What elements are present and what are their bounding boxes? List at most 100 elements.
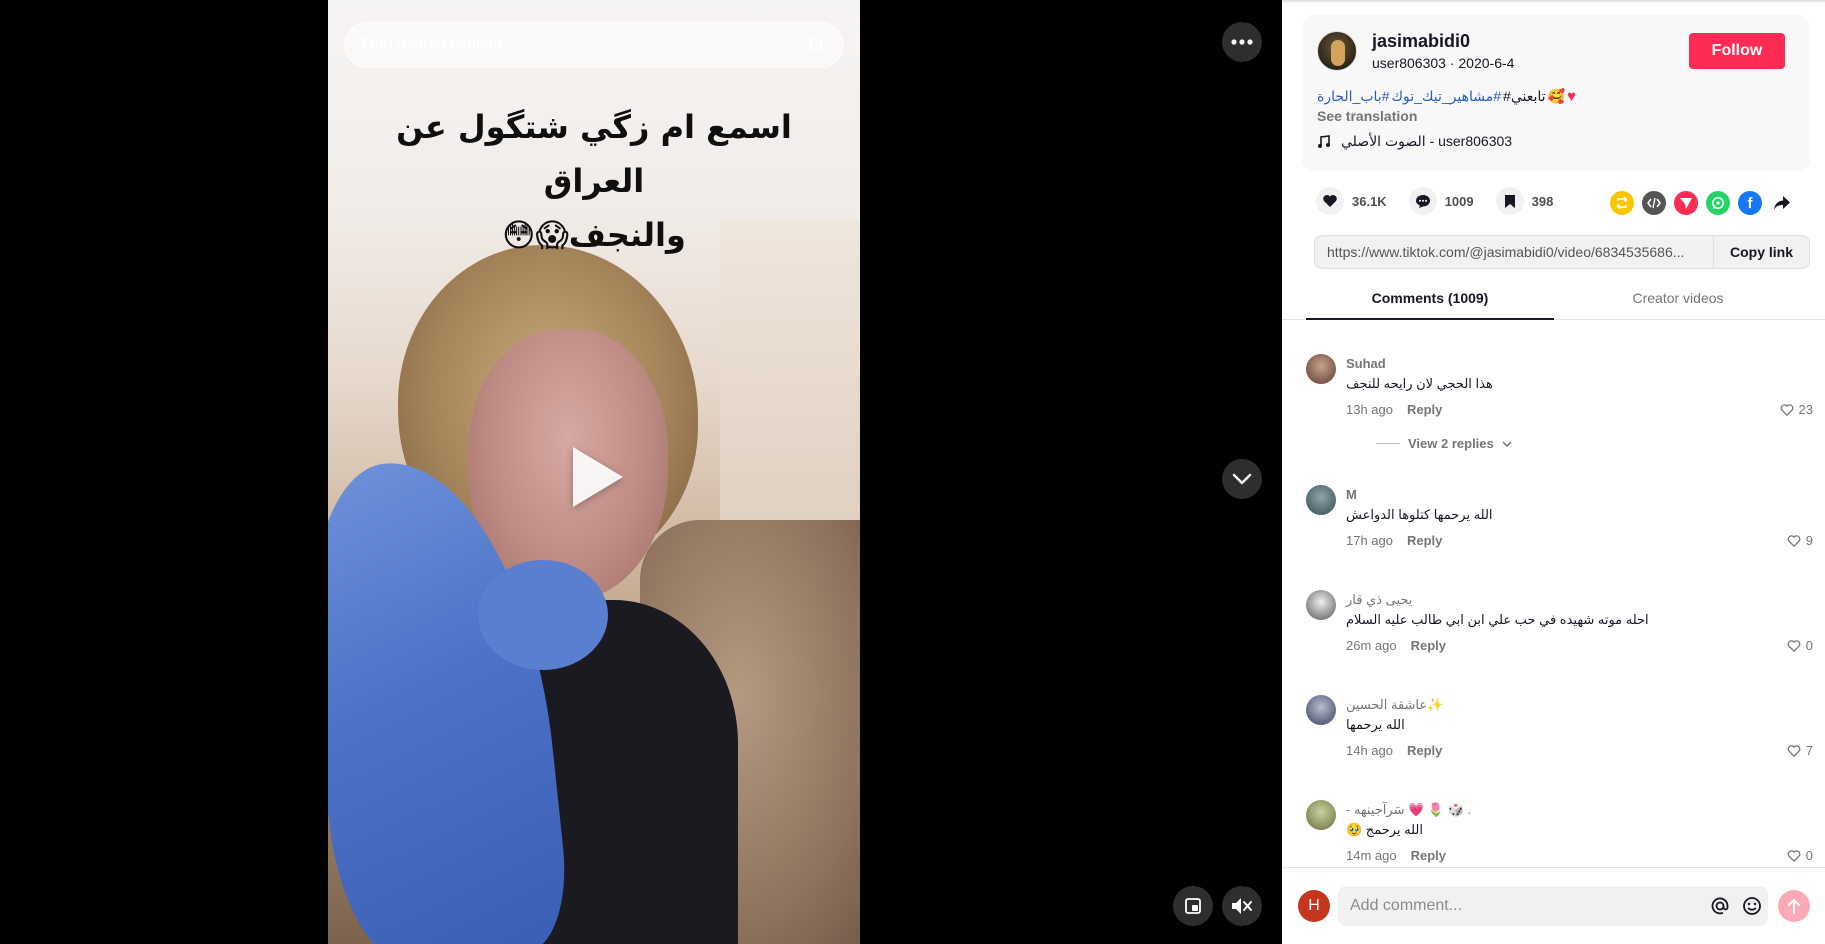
- commenter-avatar[interactable]: [1306, 354, 1336, 384]
- hashtag-link[interactable]: باب_الحارة#: [1317, 88, 1389, 105]
- share-link-box: https://www.tiktok.com/@jasimabidi0/vide…: [1314, 235, 1810, 269]
- view-replies-button[interactable]: View 2 replies: [1376, 436, 1512, 451]
- heart-emoji-icon: ♥: [1566, 88, 1576, 105]
- reply-button[interactable]: Reply: [1407, 402, 1442, 417]
- video-info-card: jasimabidi0 user806303 · 2020-6-4 Follow…: [1302, 15, 1810, 171]
- emoji: 🥰: [1547, 88, 1565, 104]
- save-count: 398: [1531, 193, 1554, 209]
- repost-button[interactable]: [1610, 191, 1634, 215]
- commenter-name[interactable]: - سَرآجينهه 💗 🌷 🎲 .: [1346, 802, 1471, 818]
- view-replies-label: View 2 replies: [1408, 436, 1494, 451]
- comment-text: احله موته شهيده في حب علي ابن ابي طالب ع…: [1346, 612, 1649, 627]
- panel-tabs: Comments (1009) Creator videos: [1306, 282, 1825, 320]
- comment-text: الله يرحمج 🥹: [1346, 822, 1423, 837]
- picture-in-picture-button[interactable]: [1173, 886, 1213, 926]
- comment-like-button[interactable]: 23: [1780, 402, 1813, 417]
- comment-like-button[interactable]: 0: [1787, 848, 1813, 863]
- comment-meta: 14h ago Reply: [1346, 743, 1442, 758]
- paper-plane-icon: [1680, 198, 1692, 209]
- bookmark-icon: [1504, 194, 1515, 208]
- smiley-icon: [1743, 897, 1761, 915]
- comment-like-count: 0: [1805, 638, 1813, 653]
- search-icon: [809, 37, 826, 54]
- comment-like-button[interactable]: 0: [1787, 638, 1813, 653]
- search-button[interactable]: [791, 23, 843, 67]
- heart-outline-icon: [1787, 639, 1801, 652]
- tab-creator-videos[interactable]: Creator videos: [1554, 282, 1802, 320]
- comment-like-button[interactable]: 9: [1787, 533, 1813, 548]
- like-count: 36.1K: [1352, 193, 1387, 209]
- commenter-avatar[interactable]: [1306, 800, 1336, 830]
- repost-icon: [1617, 196, 1627, 210]
- commenter-name[interactable]: يحيى ذي قار: [1346, 592, 1412, 608]
- comment-time: 14m ago: [1346, 848, 1397, 863]
- author-handle-date: user806303 · 2020-6-4: [1372, 55, 1515, 71]
- details-panel: jasimabidi0 user806303 · 2020-6-4 Follow…: [1282, 0, 1825, 944]
- author-username[interactable]: jasimabidi0: [1372, 31, 1470, 52]
- comment-input[interactable]: [1338, 886, 1704, 926]
- more-share-button[interactable]: [1770, 191, 1794, 215]
- comment-like-count: 9: [1805, 533, 1813, 548]
- commenter-name[interactable]: M: [1346, 487, 1357, 502]
- copy-link-button[interactable]: Copy link: [1713, 236, 1809, 268]
- comment-like-button[interactable]: 7: [1787, 743, 1813, 758]
- follow-button[interactable]: Follow: [1689, 33, 1785, 69]
- comment-button[interactable]: 1009: [1408, 187, 1474, 215]
- comment-count: 1009: [1444, 193, 1474, 209]
- comment-time: 14h ago: [1346, 743, 1393, 758]
- floating-player-icon: [1185, 898, 1201, 914]
- commenter-avatar[interactable]: [1306, 485, 1336, 515]
- more-options-button[interactable]: [1222, 22, 1262, 62]
- post-comment-button[interactable]: [1778, 890, 1810, 922]
- comment-like-count: 0: [1805, 848, 1813, 863]
- heart-outline-icon: [1787, 849, 1801, 862]
- reply-button[interactable]: Reply: [1411, 638, 1446, 653]
- play-icon[interactable]: [573, 447, 623, 507]
- chevron-down-icon: [1232, 473, 1252, 485]
- comment-meta: 14m ago Reply: [1346, 848, 1446, 863]
- heart-outline-icon: [1787, 534, 1801, 547]
- send-to-friends-button[interactable]: [1674, 191, 1698, 215]
- see-translation-link[interactable]: See translation: [1317, 108, 1417, 124]
- mute-button[interactable]: [1222, 886, 1262, 926]
- commenter-name[interactable]: Suhad: [1346, 356, 1386, 371]
- author-avatar[interactable]: [1317, 31, 1357, 71]
- hashtag-link[interactable]: مشاهير_تيك_توك#: [1391, 88, 1501, 105]
- facebook-share-button[interactable]: f: [1738, 191, 1762, 215]
- reply-button[interactable]: Reply: [1407, 743, 1442, 758]
- next-video-button[interactable]: [1222, 459, 1262, 499]
- video-url[interactable]: https://www.tiktok.com/@jasimabidi0/vide…: [1315, 244, 1713, 260]
- engagement-stats: 36.1K 1009 398: [1316, 187, 1575, 215]
- like-button[interactable]: 36.1K: [1316, 187, 1387, 215]
- chevron-down-icon: [1502, 440, 1512, 447]
- mention-button[interactable]: [1704, 890, 1736, 922]
- video-caption-line-2: والنجف😱😳: [502, 216, 686, 254]
- hashtag-link[interactable]: #تابعني: [1503, 88, 1546, 105]
- comment-text: الله يرحمها كتلوها الدواعش: [1346, 507, 1493, 522]
- comment-meta: 13h ago Reply: [1346, 402, 1442, 417]
- arrow-up-icon: [1788, 899, 1800, 914]
- comment-like-count: 7: [1805, 743, 1813, 758]
- commenter-avatar[interactable]: [1306, 695, 1336, 725]
- video-description: باب_الحارة# مشاهير_تيك_توك# #تابعني 🥰 ♥: [1317, 88, 1797, 105]
- ellipsis-icon: [1231, 39, 1253, 45]
- comment-like-count: 23: [1798, 402, 1813, 417]
- music-link[interactable]: الصوت الأصلي - user806303: [1317, 133, 1512, 150]
- current-user-avatar[interactable]: H: [1298, 890, 1330, 922]
- reply-button[interactable]: Reply: [1407, 533, 1442, 548]
- related-search-box: [344, 22, 844, 68]
- whatsapp-share-button[interactable]: [1706, 191, 1730, 215]
- related-search-input[interactable]: [345, 23, 790, 67]
- reply-button[interactable]: Reply: [1411, 848, 1446, 863]
- emoji-button[interactable]: [1736, 890, 1768, 922]
- share-arrow-icon: [1774, 196, 1790, 210]
- save-button[interactable]: 398: [1495, 187, 1554, 215]
- commenter-avatar[interactable]: [1306, 590, 1336, 620]
- music-note-icon: [1318, 134, 1330, 148]
- comment-text: هذا الحجي لان رايحه للنجف: [1346, 376, 1493, 391]
- commenter-name[interactable]: عاشقة الحسين✨: [1346, 697, 1443, 713]
- comment-meta: 17h ago Reply: [1346, 533, 1442, 548]
- embed-button[interactable]: [1642, 191, 1666, 215]
- video-player[interactable]: اسمع ام زگي شتگول عن العراق والنجف😱😳: [328, 0, 860, 944]
- tab-comments[interactable]: Comments (1009): [1306, 282, 1554, 320]
